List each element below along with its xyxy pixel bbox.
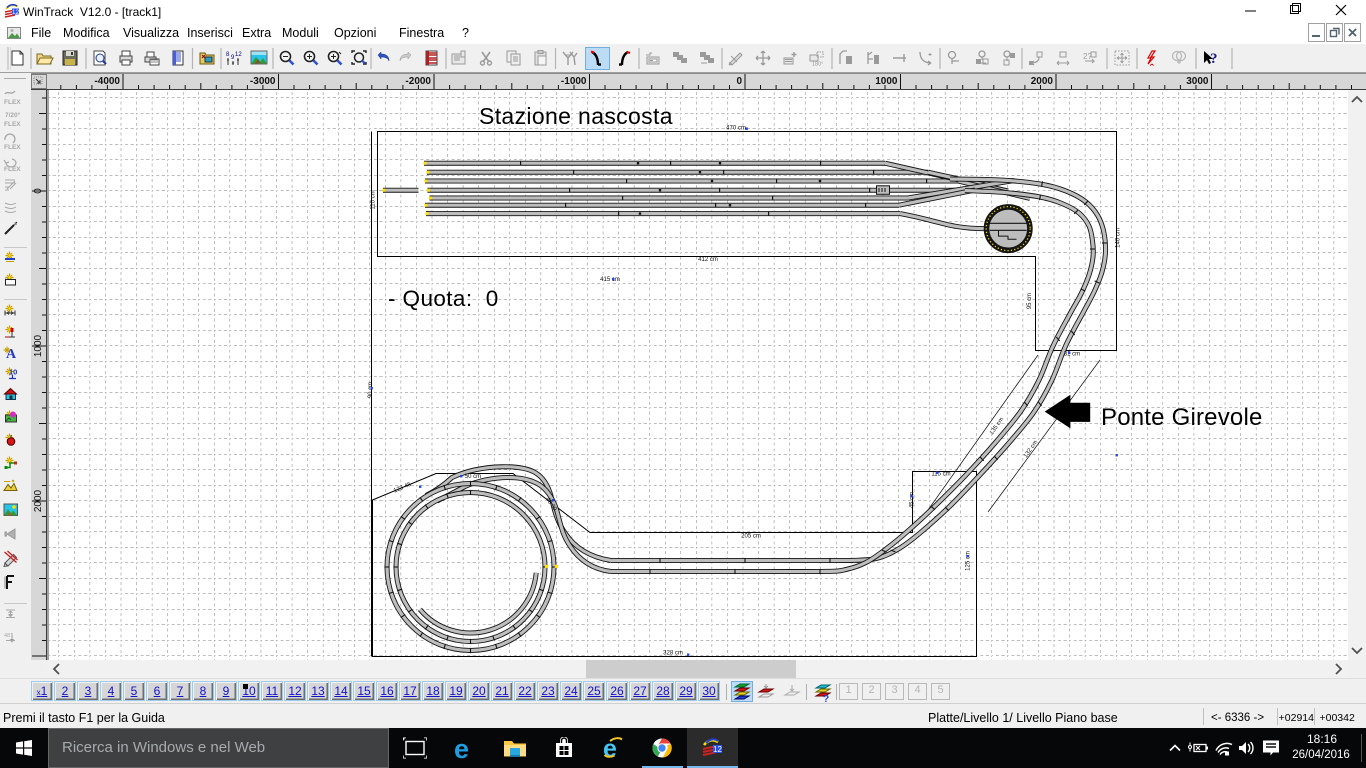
svg-text:e: e	[454, 737, 469, 759]
svg-text:415 cm: 415 cm	[600, 277, 620, 283]
svg-text:50 cm: 50 cm	[465, 474, 481, 480]
svg-text:110 cm: 110 cm	[371, 190, 377, 209]
svg-text:205 cm: 205 cm	[741, 534, 761, 540]
svg-text:31 cm: 31 cm	[1064, 352, 1080, 358]
svg-text:90 cm: 90 cm	[368, 382, 374, 398]
svg-text:140 cm: 140 cm	[1116, 228, 1122, 248]
svg-text:412 cm: 412 cm	[698, 257, 718, 263]
svg-text:45 cm: 45 cm	[910, 492, 916, 508]
svg-text:115 cm: 115 cm	[931, 472, 950, 478]
svg-text:12: 12	[713, 745, 722, 754]
svg-text:- Quota: 0: - Quota: 0	[388, 286, 499, 311]
svg-text:125 cm: 125 cm	[966, 551, 972, 571]
svg-text:Stazione nascosta: Stazione nascosta	[479, 103, 673, 129]
svg-text:95 cm: 95 cm	[1027, 293, 1033, 309]
svg-text:328 cm: 328 cm	[663, 651, 683, 657]
svg-text:?: ?	[823, 694, 829, 703]
svg-text:470 cm: 470 cm	[726, 126, 746, 132]
svg-text:Ponte Girevole: Ponte Girevole	[1101, 404, 1263, 431]
